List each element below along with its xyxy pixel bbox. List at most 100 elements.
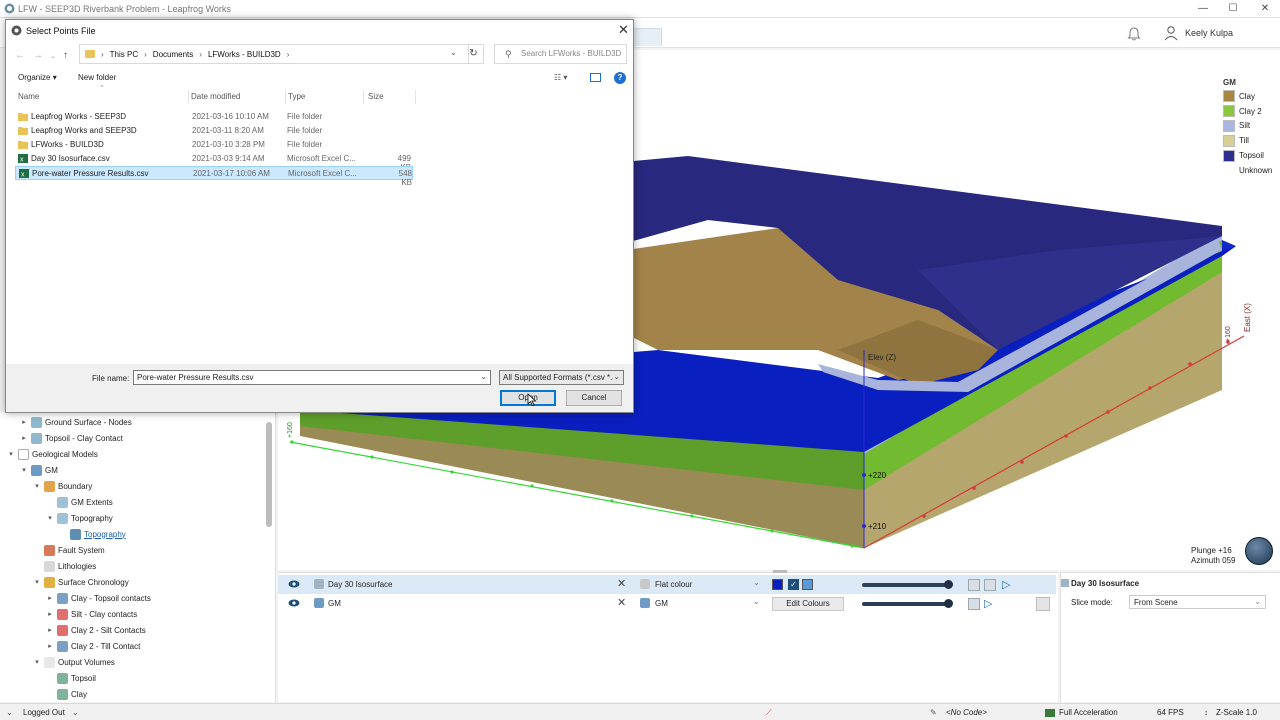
tree-item[interactable]: Lithologies	[32, 558, 96, 574]
tree-arrow-icon[interactable]: ▸	[45, 594, 55, 602]
tree-item[interactable]: Clay	[45, 686, 87, 702]
tree-item[interactable]: ▸ Clay - Topsoil contacts	[45, 590, 151, 606]
tree-item[interactable]: ▾ GM	[19, 462, 58, 478]
forward-arrow-icon[interactable]: →	[33, 50, 43, 61]
panel-resize-handle[interactable]	[773, 570, 787, 573]
tree-item[interactable]: ▾ Boundary	[32, 478, 92, 494]
remove-item-button[interactable]: ✕	[617, 577, 626, 590]
slice-mode-select[interactable]: From Scene ⌄	[1129, 595, 1266, 609]
transparency-slider[interactable]	[862, 583, 950, 587]
play-outline-icon[interactable]: ▷	[984, 597, 992, 610]
transparency-slider[interactable]	[862, 602, 950, 606]
tree-arrow-icon[interactable]: ▾	[32, 482, 42, 490]
colour-swatch[interactable]	[772, 579, 783, 590]
tree-item[interactable]: Topography	[58, 526, 126, 542]
tree-arrow-icon[interactable]: ▸	[19, 434, 29, 442]
z-scale-readout[interactable]: Z-Scale 1.0	[1216, 708, 1257, 717]
axes-icon[interactable]: ⟋	[766, 708, 772, 718]
tree-arrow-icon[interactable]: ▸	[45, 610, 55, 618]
column-header-size[interactable]: Size	[368, 92, 384, 101]
help-icon[interactable]: ?	[614, 72, 626, 84]
column-header-name[interactable]: Name	[18, 92, 39, 101]
tree-item[interactable]: ▸ Clay 2 - Till Contact	[45, 638, 140, 654]
file-row[interactable]: x Day 30 Isosurface.csv 2021-03-03 9:14 AM…	[15, 152, 413, 172]
tree-scrollbar[interactable]	[266, 422, 272, 527]
scene-tab[interactable]	[630, 28, 662, 46]
back-arrow-icon[interactable]: ←	[15, 50, 25, 61]
shown-item-row[interactable]: Day 30 Isosurface ✕ Flat colour ⌄ ✓ ▷	[278, 575, 1056, 594]
tree-item[interactable]: ▾ Output Volumes	[32, 654, 115, 670]
file-row[interactable]: x Pore-water Pressure Results.csv 2021-03-…	[15, 166, 413, 187]
tree-item[interactable]: Topsoil	[45, 670, 96, 686]
dialog-close-button[interactable]: ✕	[618, 22, 629, 38]
play-icon[interactable]	[968, 579, 980, 591]
notifications-bell-icon[interactable]	[1126, 26, 1142, 42]
tree-item[interactable]: Fault System	[32, 542, 105, 558]
column-header-date[interactable]: Date modified	[191, 92, 240, 101]
preview-pane-icon[interactable]	[590, 73, 601, 82]
visibility-eye-icon[interactable]	[288, 579, 300, 589]
refresh-icon[interactable]: ↻	[464, 44, 484, 64]
remove-item-button[interactable]: ✕	[617, 596, 626, 609]
z-scale-icon[interactable]: ↕	[1204, 708, 1208, 717]
slider-knob[interactable]	[944, 580, 953, 589]
breadcrumb-item[interactable]: LFWorks - BUILD3D	[208, 50, 281, 59]
new-folder-button[interactable]: New folder	[78, 73, 116, 82]
colour-swatch-2[interactable]	[802, 579, 813, 590]
compass-globe-icon[interactable]	[1245, 537, 1273, 565]
checkbox-icon[interactable]: ✓	[788, 579, 799, 590]
tree-item[interactable]: ▸ Clay 2 - Silt Contacts	[45, 622, 146, 638]
file-row[interactable]: LFWorks - BUILD3D 2021-03-10 3:28 PM File …	[15, 138, 413, 152]
slider-knob[interactable]	[944, 599, 953, 608]
cancel-button[interactable]: Cancel	[566, 390, 622, 406]
chevron-down-icon[interactable]: ⌄	[72, 708, 79, 717]
chevron-down-icon[interactable]: ⌄	[753, 597, 760, 606]
tree-arrow-icon[interactable]: ▾	[32, 658, 42, 666]
file-type-select[interactable]: All Supported Formats (*.csv *.a ⌄	[499, 370, 624, 385]
file-row[interactable]: Leapfrog Works - SEEP3D 2021-03-16 10:10 …	[15, 110, 413, 124]
tree-arrow-icon[interactable]: ▾	[6, 450, 16, 458]
tree-item[interactable]: ▸ Silt - Clay contacts	[45, 606, 137, 622]
tree-item[interactable]: GM Extents	[45, 494, 113, 510]
breadcrumb-item[interactable]: This PC	[110, 50, 138, 59]
up-arrow-icon[interactable]: ↑	[63, 50, 68, 61]
chevron-down-icon[interactable]: ⌄	[753, 578, 760, 587]
tree-arrow-icon[interactable]: ▸	[45, 642, 55, 650]
tree-item[interactable]: ▸ Topsoil - Clay Contact	[19, 430, 123, 446]
shown-item-row[interactable]: GM ✕ GM ⌄ Edit Colours ▷	[278, 594, 1056, 613]
play-outline-icon[interactable]: ▷	[1002, 578, 1010, 591]
tree-item[interactable]: ▾ Surface Chronology	[32, 574, 129, 590]
tree-arrow-icon[interactable]: ▾	[45, 514, 55, 522]
column-header-type[interactable]: Type	[288, 92, 305, 101]
tree-arrow-icon[interactable]: ▸	[19, 418, 29, 426]
item-options-icon[interactable]	[1036, 597, 1050, 611]
view-options-icon[interactable]: ☷ ▾	[554, 73, 567, 82]
tree-arrow-icon[interactable]: ▾	[32, 578, 42, 586]
tree-arrow-icon[interactable]: ▾	[19, 466, 29, 474]
tree-arrow-icon[interactable]: ▸	[45, 626, 55, 634]
pencil-icon[interactable]: ✎	[930, 708, 937, 717]
search-input[interactable]: ⚲ Search LFWorks - BUILD3D	[494, 44, 627, 64]
address-bar[interactable]: › This PC › Documents › LFWorks - BUILD3…	[79, 44, 469, 64]
minimize-button[interactable]: —	[1188, 2, 1218, 16]
user-name[interactable]: Keely Kulpa	[1185, 28, 1233, 38]
display-mode-select[interactable]: Flat colour	[655, 580, 692, 589]
chevron-down-icon[interactable]: ⌄	[450, 48, 457, 57]
file-row[interactable]: Leapfrog Works and SEEP3D 2021-03-11 8:20…	[15, 124, 413, 138]
close-window-button[interactable]: ✕	[1250, 2, 1280, 16]
breadcrumb-item[interactable]: Documents	[153, 50, 193, 59]
display-mode-select[interactable]: GM	[655, 599, 668, 608]
tree-item[interactable]: ▾ Topography	[45, 510, 113, 526]
visibility-eye-icon[interactable]	[288, 598, 300, 608]
step-icon[interactable]	[984, 579, 996, 591]
maximize-button[interactable]: ☐	[1218, 2, 1248, 16]
tree-item[interactable]: ▸ Ground Surface - Nodes	[19, 414, 132, 430]
chevron-down-icon[interactable]: ⌄	[6, 708, 13, 717]
file-name-input[interactable]: Pore-water Pressure Results.csv ⌄	[133, 370, 491, 385]
recent-chevron-icon[interactable]: ⌄	[50, 52, 56, 60]
login-status[interactable]: Logged Out	[23, 708, 65, 717]
edit-colours-button[interactable]: Edit Colours	[772, 597, 844, 611]
tree-item[interactable]: ▾ Geological Models	[6, 446, 98, 462]
organize-menu[interactable]: Organize ▾	[18, 73, 57, 82]
play-icon[interactable]	[968, 598, 980, 610]
